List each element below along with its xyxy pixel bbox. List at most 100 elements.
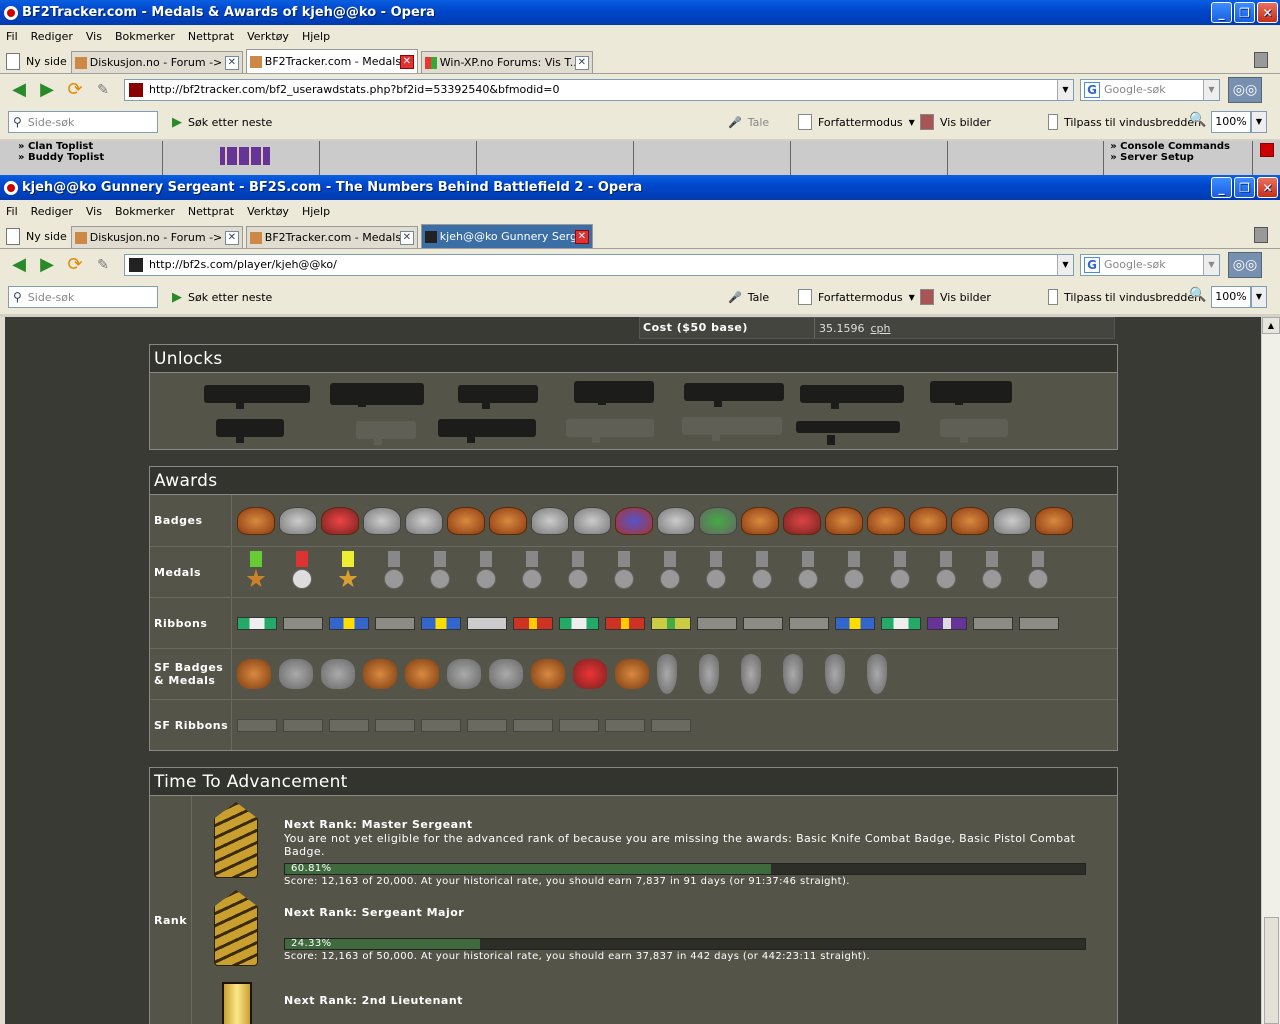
weapon-icon (930, 381, 1012, 405)
menu-vis[interactable]: Vis (86, 205, 102, 218)
rank-progress-bar: 24.33% (284, 938, 1086, 950)
find-next-button[interactable]: ▶ Søk etter neste (172, 115, 272, 130)
menu-vis[interactable]: Vis (86, 30, 102, 43)
fit-width-button[interactable]: Tilpass til vindusbredden (1048, 289, 1201, 305)
author-mode-button[interactable]: Forfattermodus ▼ (798, 289, 915, 305)
close-tab-icon[interactable]: ✕ (224, 230, 239, 245)
zoom-control[interactable]: 🔍 100% ▼ (1189, 111, 1267, 133)
menu-bokmerker[interactable]: Bokmerker (115, 205, 175, 218)
close-tab-icon[interactable]: ✕ (224, 55, 239, 70)
new-tab-button[interactable]: Ny side (6, 49, 67, 73)
menu-nettprat[interactable]: Nettprat (188, 205, 234, 218)
vertical-scrollbar[interactable]: ▲ (1261, 317, 1280, 1024)
page-icon (6, 52, 20, 70)
tab-bf2s-player[interactable]: kjeh@@ko Gunnery Serg... ✕ (420, 224, 593, 248)
new-tab-button[interactable]: Ny side (6, 224, 67, 248)
close-tab-icon[interactable]: ✕ (574, 55, 589, 70)
reload-icon[interactable]: ⟳ (64, 79, 86, 100)
show-images-button[interactable]: Vis bilder (920, 114, 991, 130)
fit-width-button[interactable]: Tilpass til vindusbredden (1048, 114, 1201, 130)
google-search-field[interactable]: G Google-søk ▼ (1080, 78, 1220, 101)
tta-title: Time To Advancement (150, 768, 1117, 796)
front-title-bar[interactable]: kjeh@@ko Gunnery Sergeant - BF2S.com - T… (0, 175, 1280, 200)
address-field[interactable]: http://bf2tracker.com/bf2_userawdstats.p… (124, 78, 1074, 101)
minimize-button[interactable]: _ (1211, 177, 1232, 198)
ribbon-icon (651, 616, 691, 630)
fit-width-label: Tilpass til vindusbredden (1064, 290, 1202, 304)
google-icon: G (1084, 81, 1100, 98)
restore-button[interactable]: ❐ (1234, 177, 1255, 198)
side-search-input[interactable]: ⚲ Side-søk (8, 286, 158, 308)
buddy-toplist-link[interactable]: » Buddy Toplist (18, 152, 104, 163)
minimize-button[interactable]: _ (1211, 2, 1232, 23)
forward-arrow-icon[interactable]: ▶ (36, 79, 58, 100)
binoculars-icon[interactable]: ◎◎ (1228, 76, 1262, 103)
google-search-field[interactable]: G Google-søk ▼ (1080, 253, 1220, 276)
speech-button[interactable]: 🎤 Tale (728, 291, 769, 304)
clan-toplist-link[interactable]: » Clan Toplist (18, 141, 104, 152)
author-mode-label: Forfattermodus (818, 115, 903, 129)
tab-bf2tracker[interactable]: BF2Tracker.com - Medals... ✕ (245, 49, 418, 73)
menu-bokmerker[interactable]: Bokmerker (115, 30, 175, 43)
address-field[interactable]: http://bf2s.com/player/kjeh@@ko/ ▼ (124, 253, 1074, 276)
pen-icon[interactable]: ✎ (92, 255, 114, 275)
zoom-value[interactable]: 100% (1211, 111, 1251, 133)
back-arrow-icon[interactable]: ◀ (8, 79, 30, 100)
author-mode-button[interactable]: Forfattermodus ▼ (798, 114, 915, 130)
sf-medal-icon (699, 654, 719, 694)
scrollbar-thumb[interactable] (1260, 143, 1274, 157)
menu-rediger[interactable]: Rediger (31, 205, 73, 218)
close-tab-icon[interactable]: ✕ (574, 229, 589, 244)
zoom-control[interactable]: 🔍 100% ▼ (1189, 286, 1267, 308)
side-search-input[interactable]: ⚲ Side-søk (8, 111, 158, 133)
close-button[interactable]: ✕ (1257, 177, 1278, 198)
trash-icon[interactable] (1254, 227, 1268, 243)
tab-diskusjon[interactable]: Diskusjon.no - Forum -> ... ✕ (70, 226, 243, 248)
menu-fil[interactable]: Fil (6, 205, 18, 218)
document-icon (798, 289, 812, 305)
tab-bf2tracker[interactable]: BF2Tracker.com - Medals... ✕ (245, 226, 418, 248)
back-arrow-icon[interactable]: ◀ (8, 254, 30, 275)
close-tab-icon[interactable]: ✕ (399, 230, 414, 245)
medals-row: Medals (150, 546, 1117, 597)
menu-verktoy[interactable]: Verktøy (247, 30, 289, 43)
chevron-down-icon[interactable]: ▼ (1203, 79, 1219, 100)
chevron-down-icon[interactable]: ▼ (1057, 79, 1073, 100)
chevron-down-icon[interactable]: ▼ (1203, 254, 1219, 275)
menu-fil[interactable]: Fil (6, 30, 18, 43)
menu-hjelp[interactable]: Hjelp (302, 205, 330, 218)
badge-icon (531, 506, 569, 535)
binoculars-icon[interactable]: ◎◎ (1228, 251, 1262, 278)
cost-label: Cost ($50 base) (640, 318, 815, 338)
scroll-up-icon[interactable]: ▲ (1262, 317, 1280, 334)
menu-hjelp[interactable]: Hjelp (302, 30, 330, 43)
forward-arrow-icon[interactable]: ▶ (36, 254, 58, 275)
cost-row: Cost ($50 base) 35.1596 cph (639, 317, 1115, 339)
speech-label: Tale (747, 290, 770, 304)
show-images-button[interactable]: Vis bilder (920, 289, 991, 305)
tab-winxp[interactable]: Win-XP.no Forums: Vis T... ✕ (420, 51, 593, 73)
chevron-down-icon[interactable]: ▼ (1057, 254, 1073, 275)
menu-rediger[interactable]: Rediger (31, 30, 73, 43)
reload-icon[interactable]: ⟳ (64, 254, 86, 275)
cost-unit-link[interactable]: cph (871, 322, 891, 335)
chevron-down-icon[interactable]: ▼ (1251, 286, 1267, 308)
weapon-icon (458, 385, 538, 409)
trash-icon[interactable] (1254, 52, 1268, 68)
scroll-thumb[interactable] (1264, 917, 1279, 1024)
find-next-button[interactable]: ▶ Søk etter neste (172, 290, 272, 305)
console-commands-link[interactable]: » Console Commands (1110, 141, 1230, 152)
menu-verktoy[interactable]: Verktøy (247, 205, 289, 218)
close-tab-icon[interactable]: ✕ (399, 54, 414, 69)
speech-button[interactable]: 🎤 Tale (728, 116, 769, 129)
restore-button[interactable]: ❐ (1234, 2, 1255, 23)
menu-nettprat[interactable]: Nettprat (188, 30, 234, 43)
close-button[interactable]: ✕ (1257, 2, 1278, 23)
chevron-down-icon[interactable]: ▼ (1251, 111, 1267, 133)
back-title-bar[interactable]: BF2Tracker.com - Medals & Awards of kjeh… (0, 0, 1280, 25)
server-setup-link[interactable]: » Server Setup (1110, 152, 1230, 163)
tab-diskusjon[interactable]: Diskusjon.no - Forum -> ... ✕ (70, 51, 243, 73)
tab-label: BF2Tracker.com - Medals... (264, 55, 400, 68)
pen-icon[interactable]: ✎ (92, 80, 114, 100)
zoom-value[interactable]: 100% (1211, 286, 1251, 308)
